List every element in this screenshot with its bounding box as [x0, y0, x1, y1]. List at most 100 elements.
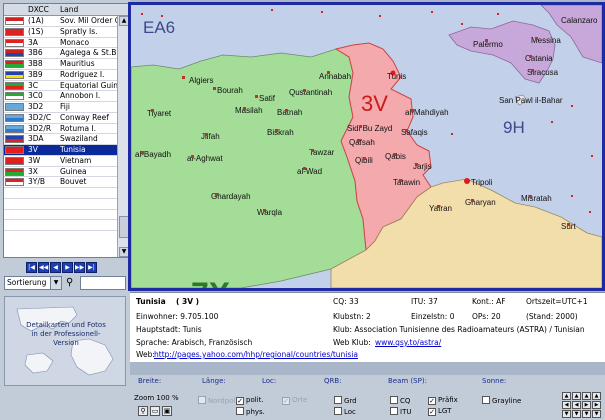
table-row[interactable]: (1A) Sov. Mil Order O [4, 16, 118, 27]
table-row[interactable]: 3W Vietnam [4, 156, 118, 167]
checkbox-nordpol[interactable]: Nordpol [198, 396, 235, 406]
nav-prev-icon[interactable]: ◀ [50, 262, 61, 273]
city-alwad: al-Wad [297, 167, 322, 176]
header-land[interactable]: Land [60, 5, 78, 14]
checkbox-lgt[interactable]: ✓ LGT [428, 407, 451, 416]
city-tiyaret: Tiyaret [147, 109, 172, 118]
city-calanzaro: Calanzaro [561, 16, 598, 25]
table-row[interactable]: 3V Tunisia [4, 145, 118, 156]
table-row[interactable] [4, 210, 118, 221]
map-frame: EA6 3V 9H 7X Algiers Bourah Satif Annaba… [128, 2, 605, 291]
table-row[interactable]: 3C Equatorial Guine [4, 81, 118, 92]
zoom-out-icon[interactable]: ▭ [150, 406, 160, 416]
continent: Kont.: AF [472, 297, 506, 306]
flag-icon [5, 178, 24, 187]
status-toolbar: Breite: Länge: Loc: QRB: Beam (SP): Sonn… [130, 375, 605, 420]
checkbox-phys[interactable]: phys. [236, 407, 265, 417]
row-land: Conway Reef [60, 112, 109, 122]
language: Sprache: Arabisch, Französisch [136, 338, 253, 347]
row-dxcc: 3V [28, 145, 38, 154]
row-land: Bouvet [60, 177, 87, 187]
table-row[interactable] [4, 188, 118, 199]
row-land: Sov. Mil Order O [60, 16, 118, 25]
table-row[interactable] [4, 199, 118, 210]
pan-center-icon[interactable]: ◀ [572, 401, 581, 409]
checkbox-loc[interactable]: Loc [334, 407, 356, 417]
table-row[interactable] [4, 220, 118, 231]
web-label: Web: [136, 350, 155, 359]
nav-next-page-icon[interactable]: ▶▶ [74, 262, 85, 273]
binoculars-icon[interactable]: ⚲ [66, 277, 73, 288]
pan-down-left-icon[interactable]: ▼ [562, 410, 571, 418]
nav-first-icon[interactable]: |◀ [26, 262, 37, 273]
pan-left-icon[interactable]: ◀ [562, 401, 571, 409]
search-input[interactable] [80, 276, 126, 290]
checkbox-orte[interactable]: ✓ Orte [282, 396, 307, 405]
nav-next-icon[interactable]: ▶ [62, 262, 73, 273]
nav-last-icon[interactable]: ▶| [86, 262, 97, 273]
web-link[interactable]: http://pages.yahoo.com/hhp/regional/coun… [154, 350, 358, 360]
row-land: Equatorial Guine [60, 80, 118, 90]
header-dxcc[interactable]: DXCC [28, 5, 49, 14]
country-table[interactable]: DXCC Land (1A) Sov. Mil Order O (1S) Spratl… [3, 3, 130, 258]
pan-up-left-icon[interactable]: ▲ [562, 392, 571, 400]
city-biskrah: Biskrah [267, 128, 294, 137]
local-time: Ortszeit=UTC+1 [526, 297, 588, 306]
flag-icon [5, 60, 24, 68]
pan-down-right-icon[interactable]: ▼ [582, 410, 591, 418]
pan-right-far-icon[interactable]: ▶ [592, 401, 601, 409]
pan-right-icon[interactable]: ▶ [582, 401, 591, 409]
population: Einwohner: 9.705.100 [136, 312, 219, 321]
checkbox-praefix[interactable]: ✓ Präfix [428, 396, 458, 405]
sort-select[interactable]: Sortierung ▼ [4, 276, 62, 290]
detail-thumbnail[interactable]: Detailkarten und Fotos in der Profession… [4, 296, 126, 386]
city-qustantinah: Qustantinah [289, 88, 332, 97]
table-row[interactable]: 3B9 Rodriguez I. [4, 70, 118, 81]
flag-icon [5, 38, 24, 47]
pan-down-far-icon[interactable]: ▼ [592, 410, 601, 418]
table-row[interactable]: 3A Monaco [4, 38, 118, 49]
capital: Hauptstadt: Tunis [136, 325, 202, 334]
cq-zone: CQ: 33 [333, 297, 359, 306]
checkbox-grayline[interactable]: Grayline [482, 396, 521, 406]
flag-icon [5, 27, 24, 36]
flag-icon [5, 156, 24, 165]
pan-up-far-icon[interactable]: ▲ [592, 392, 601, 400]
checkbox-cq[interactable]: CQ [390, 396, 410, 406]
table-row[interactable]: (1S) Spratly Is. [4, 27, 118, 38]
map-view[interactable]: EA6 3V 9H 7X Algiers Bourah Satif Annaba… [131, 5, 602, 288]
city-masilah: Masilah [235, 106, 263, 115]
chevron-down-icon[interactable]: ▼ [50, 277, 61, 289]
zoom-in-icon[interactable]: ▣ [162, 406, 172, 416]
row-dxcc: (1A) [28, 16, 44, 25]
pan-up-right-icon[interactable]: ▲ [582, 392, 591, 400]
table-row[interactable]: 3D2/R Rotuma I. [4, 124, 118, 135]
club-web-link[interactable]: www.qsy.to/astra/ [375, 338, 441, 348]
row-dxcc: 3B9 [28, 69, 43, 79]
sort-select-value: Sortierung [7, 278, 47, 287]
pan-down-icon[interactable]: ▼ [572, 410, 581, 418]
flag-icon [5, 81, 24, 90]
nav-prev-page-icon[interactable]: ◀◀ [38, 262, 49, 273]
table-row[interactable]: 3Y/B Bouvet [4, 177, 118, 188]
table-row[interactable]: 3C0 Annobon I. [4, 91, 118, 102]
row-dxcc: (1S) [28, 26, 44, 36]
table-row[interactable]: 3B8 Mauritius [4, 59, 118, 70]
table-row[interactable]: 3D2 Fiji [4, 102, 118, 113]
club-web-label: Web Klub: [333, 338, 371, 347]
city-batnah: Batnah [277, 108, 302, 117]
row-dxcc: 3DA [28, 134, 44, 144]
algeria-region[interactable] [131, 48, 367, 288]
row-land: Monaco [60, 37, 90, 47]
checkbox-itu[interactable]: ITU [390, 407, 411, 417]
table-row[interactable]: 3D2/C Conway Reef [4, 113, 118, 124]
pan-up-icon[interactable]: ▲ [572, 392, 581, 400]
table-row[interactable]: 3DA Swaziland [4, 134, 118, 145]
table-row[interactable]: 3X Guinea [4, 167, 118, 178]
zoom-icon[interactable]: ⚲ [138, 406, 148, 416]
table-row[interactable]: 3B6 Agalega & St.Br [4, 48, 118, 59]
flag-icon [5, 70, 24, 79]
checkbox-grd[interactable]: Grd [334, 396, 357, 406]
checkbox-polit[interactable]: ✓ polit. [236, 396, 264, 405]
city-algiers: Algiers [189, 76, 213, 85]
